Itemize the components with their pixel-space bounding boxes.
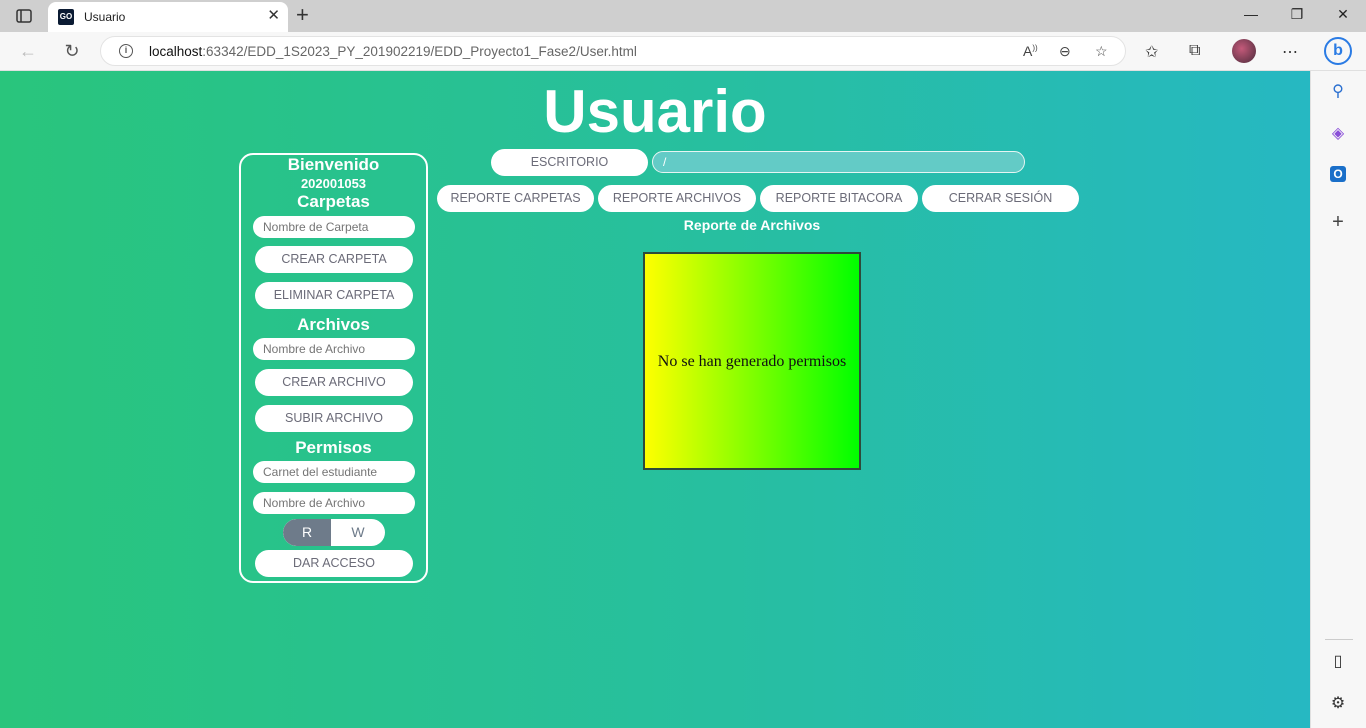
sidebar-divider	[1325, 639, 1353, 640]
browser-tab[interactable]: GO Usuario ✕	[48, 2, 288, 32]
create-folder-button[interactable]: CREAR CARPETA	[255, 246, 413, 273]
url-text: localhost:63342/EDD_1S2023_PY_201902219/…	[149, 44, 637, 59]
favorites-icon[interactable]: ✩	[1145, 42, 1158, 62]
report-title: Reporte de Archivos	[683, 217, 821, 233]
report-folders-button[interactable]: REPORTE CARPETAS	[437, 185, 594, 212]
logout-button[interactable]: CERRAR SESIÓN	[922, 185, 1079, 212]
close-tab-icon[interactable]: ✕	[267, 8, 280, 24]
report-image: No se han generado permisos	[643, 252, 861, 470]
more-menu-icon[interactable]: ⋯	[1282, 42, 1298, 62]
tab-actions-icon	[16, 9, 32, 23]
close-window-button[interactable]: ✕	[1328, 6, 1358, 23]
restore-button[interactable]: ❐	[1282, 6, 1312, 23]
tab-bar: GO Usuario ✕ + — ❐ ✕	[0, 0, 1366, 32]
favicon-icon: GO	[58, 9, 74, 25]
report-log-button[interactable]: REPORTE BITACORA	[760, 185, 918, 212]
folders-heading: Carpetas	[297, 192, 370, 211]
site-info-icon[interactable]: i	[119, 44, 133, 58]
report-files-button[interactable]: REPORTE ARCHIVOS	[598, 185, 756, 212]
tab-actions-button[interactable]	[10, 6, 38, 26]
report-message: No se han generado permisos	[657, 353, 847, 370]
add-favorite-icon[interactable]: ☆	[1095, 43, 1108, 60]
user-id: 202001053	[300, 176, 367, 191]
profile-avatar[interactable]	[1232, 39, 1256, 63]
office-icon[interactable]: ◈	[1327, 123, 1349, 145]
desktop-button[interactable]: ESCRITORIO	[491, 149, 648, 176]
collections-icon[interactable]: ⧉	[1189, 42, 1200, 60]
reload-button[interactable]: ↻	[60, 40, 84, 62]
zoom-icon[interactable]: ⊖	[1059, 43, 1071, 60]
sidebar-toggle-icon[interactable]: ▯	[1327, 651, 1349, 673]
url-host: localhost	[149, 44, 203, 59]
path-input[interactable]: /	[652, 151, 1025, 173]
upload-file-button[interactable]: SUBIR ARCHIVO	[255, 405, 413, 432]
delete-folder-button[interactable]: ELIMINAR CARPETA	[255, 282, 413, 309]
minimize-button[interactable]: —	[1236, 6, 1266, 22]
folder-name-input[interactable]	[253, 216, 415, 238]
bing-icon[interactable]: b	[1324, 37, 1352, 65]
page-content: Usuario Bienvenido 202001053 Carpetas CR…	[0, 71, 1310, 728]
url-path: :63342/EDD_1S2023_PY_201902219/EDD_Proye…	[202, 44, 637, 59]
user-panel: Bienvenido 202001053 Carpetas CREAR CARP…	[239, 153, 428, 583]
permission-toggle: R W	[283, 519, 385, 546]
page-title: Usuario	[543, 78, 767, 145]
browser-toolbar: ← ↻ i localhost:63342/EDD_1S2023_PY_2019…	[0, 32, 1366, 71]
settings-icon[interactable]: ⚙	[1327, 693, 1349, 715]
files-heading: Archivos	[297, 315, 370, 334]
tab-title: Usuario	[84, 10, 126, 24]
new-tab-button[interactable]: +	[296, 4, 309, 26]
address-bar[interactable]: i localhost:63342/EDD_1S2023_PY_20190221…	[100, 36, 1126, 66]
file-name-input[interactable]	[253, 338, 415, 360]
add-icon[interactable]: +	[1327, 211, 1349, 233]
edge-sidebar: ⚲ ◈ O + ▯ ⚙	[1310, 71, 1366, 728]
toggle-read-option[interactable]: R	[283, 519, 331, 546]
search-icon[interactable]: ⚲	[1327, 81, 1349, 103]
grant-access-button[interactable]: DAR ACCESO	[255, 550, 413, 577]
create-file-button[interactable]: CREAR ARCHIVO	[255, 369, 413, 396]
permissions-heading: Permisos	[295, 438, 372, 457]
permission-file-input[interactable]	[253, 492, 415, 514]
read-aloud-icon[interactable]: A))	[1023, 43, 1038, 59]
welcome-text: Bienvenido	[287, 155, 380, 174]
outlook-icon[interactable]: O	[1330, 166, 1346, 182]
toggle-write-option[interactable]: W	[331, 519, 385, 546]
student-id-input[interactable]	[253, 461, 415, 483]
back-button[interactable]: ←	[16, 40, 40, 62]
